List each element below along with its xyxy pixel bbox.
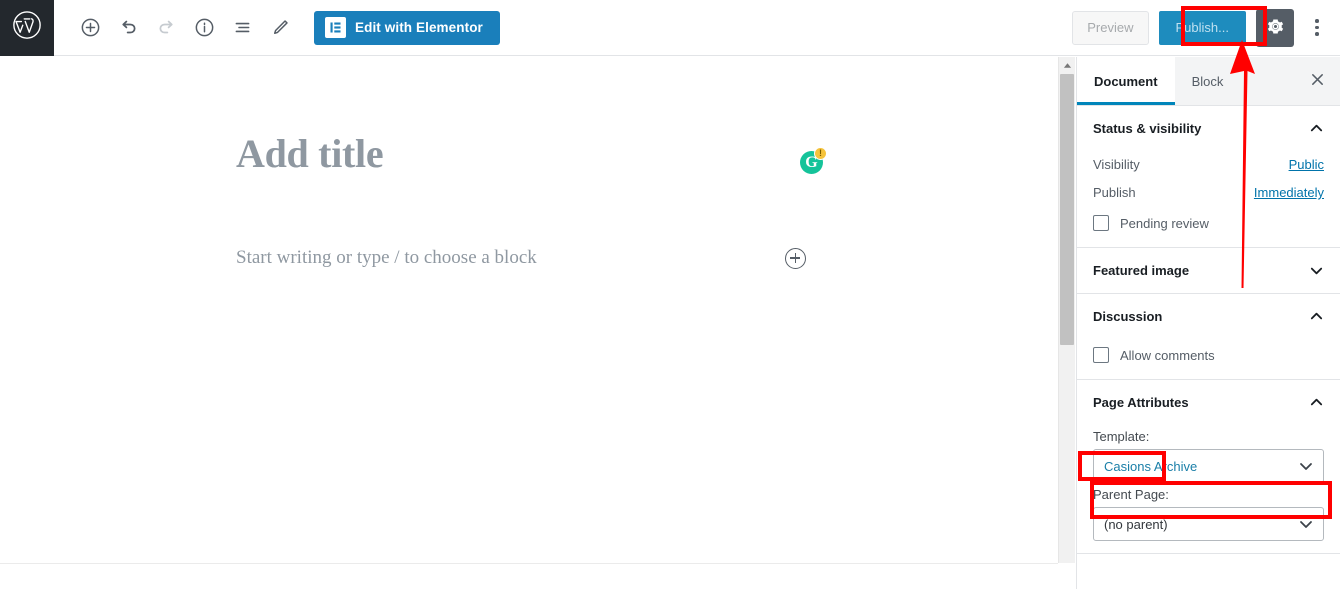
chevron-up-icon xyxy=(1309,309,1324,324)
editor-canvas[interactable]: Add title G ! Start writing or type / to… xyxy=(0,57,1058,563)
wordpress-logo-icon xyxy=(12,10,42,45)
tab-block[interactable]: Block xyxy=(1175,57,1241,105)
kebab-dot xyxy=(1315,32,1319,36)
panel-page-attributes-body: Template: Casions Archive Parent Page: (… xyxy=(1093,429,1324,553)
template-label: Template: xyxy=(1093,429,1150,444)
wordpress-block-editor: Edit with Elementor Preview Publish... A… xyxy=(0,0,1340,589)
canvas-bottom-divider xyxy=(0,563,1058,564)
canvas-scrollbar[interactable] xyxy=(1058,57,1075,563)
more-options-button[interactable] xyxy=(1304,9,1330,47)
scrollbar-thumb[interactable] xyxy=(1060,74,1074,345)
parent-page-select[interactable]: (no parent) xyxy=(1093,507,1324,541)
post-title-row: Add title G ! xyxy=(236,131,827,177)
edit-with-elementor-button[interactable]: Edit with Elementor xyxy=(314,10,500,45)
kebab-dot xyxy=(1315,19,1319,23)
close-icon xyxy=(1310,72,1325,90)
panel-featured-image-header[interactable]: Featured image xyxy=(1093,248,1324,293)
gear-icon xyxy=(1266,17,1285,39)
elementor-button-label: Edit with Elementor xyxy=(355,20,483,35)
elementor-logo-icon xyxy=(325,17,346,38)
panel-title: Status & visibility xyxy=(1093,121,1202,136)
panel-status-visibility-header[interactable]: Status & visibility xyxy=(1093,106,1324,151)
grammarly-indicator[interactable]: G ! xyxy=(800,147,827,175)
publish-date-label: Publish xyxy=(1093,185,1136,200)
panel-featured-image: Featured image xyxy=(1077,248,1340,294)
post-title-input[interactable]: Add title xyxy=(236,131,384,177)
row-pending-review: Pending review xyxy=(1093,207,1324,235)
document-settings-sidebar: Document Block Status & visibility Visib… xyxy=(1076,57,1340,589)
sidebar-tabs: Document Block xyxy=(1077,57,1340,106)
scrollbar-up-arrow-icon[interactable] xyxy=(1059,57,1075,74)
edit-pencil-button[interactable] xyxy=(262,10,298,46)
preview-button[interactable]: Preview xyxy=(1072,10,1149,45)
visibility-value-link[interactable]: Public xyxy=(1289,157,1324,172)
panel-discussion: Discussion Allow comments xyxy=(1077,294,1340,380)
chevron-up-icon xyxy=(1309,395,1324,410)
panel-title: Discussion xyxy=(1093,309,1163,324)
chevron-up-icon xyxy=(1309,121,1324,136)
parent-page-label: Parent Page: xyxy=(1093,487,1169,502)
add-block-button[interactable] xyxy=(72,10,108,46)
block-navigation-button[interactable] xyxy=(224,10,260,46)
row-publish-date: Publish Immediately xyxy=(1093,179,1324,207)
panel-title: Featured image xyxy=(1093,263,1190,278)
toolbar-right-group: Preview Publish... xyxy=(1072,8,1340,47)
row-allow-comments: Allow comments xyxy=(1093,339,1324,367)
toolbar-icon-group xyxy=(72,10,298,46)
grammarly-alert-badge: ! xyxy=(814,147,827,160)
chevron-down-icon xyxy=(1298,516,1314,532)
panel-title: Page Attributes xyxy=(1093,395,1189,410)
allow-comments-checkbox[interactable] xyxy=(1093,347,1109,363)
template-select[interactable]: Casions Archive xyxy=(1093,449,1324,483)
tab-document[interactable]: Document xyxy=(1077,57,1175,105)
panel-discussion-body: Allow comments xyxy=(1093,339,1324,379)
template-select-value: Casions Archive xyxy=(1104,458,1198,474)
panel-page-attributes-header[interactable]: Page Attributes xyxy=(1093,380,1324,425)
panel-status-visibility-body: Visibility Public Publish Immediately Pe… xyxy=(1093,151,1324,247)
kebab-dot xyxy=(1315,25,1319,30)
pending-review-label: Pending review xyxy=(1120,215,1209,231)
panel-status-visibility: Status & visibility Visibility Public Pu… xyxy=(1077,106,1340,248)
parent-page-select-value: (no parent) xyxy=(1104,516,1168,532)
pending-review-checkbox[interactable] xyxy=(1093,215,1109,231)
close-sidebar-button[interactable] xyxy=(1294,57,1340,105)
block-inserter-icon[interactable] xyxy=(785,247,806,269)
settings-button[interactable] xyxy=(1256,8,1294,47)
panel-discussion-header[interactable]: Discussion xyxy=(1093,294,1324,339)
panel-page-attributes: Page Attributes Template: Casions Archiv… xyxy=(1077,380,1340,554)
allow-comments-label: Allow comments xyxy=(1120,347,1215,363)
publish-button[interactable]: Publish... xyxy=(1158,10,1246,45)
publish-button-wrapper: Publish... xyxy=(1158,10,1246,45)
publish-date-value-link[interactable]: Immediately xyxy=(1254,185,1324,200)
undo-button[interactable] xyxy=(110,10,146,46)
content-structure-button[interactable] xyxy=(186,10,222,46)
default-paragraph-row: Start writing or type / to choose a bloc… xyxy=(236,247,806,269)
row-visibility: Visibility Public xyxy=(1093,151,1324,179)
paragraph-placeholder[interactable]: Start writing or type / to choose a bloc… xyxy=(236,247,537,269)
chevron-down-icon xyxy=(1298,458,1314,474)
redo-button[interactable] xyxy=(148,10,184,46)
wordpress-logo-button[interactable] xyxy=(0,0,54,56)
visibility-label: Visibility xyxy=(1093,157,1140,172)
editor-toolbar: Edit with Elementor Preview Publish... xyxy=(0,0,1340,56)
chevron-down-icon xyxy=(1309,263,1324,278)
